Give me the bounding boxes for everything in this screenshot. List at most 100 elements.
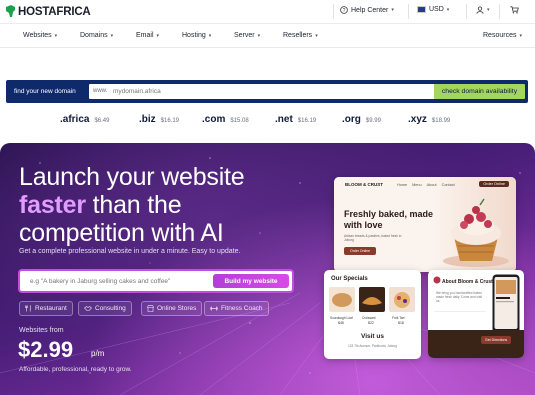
about-title: About Bloom & Crust: [442, 279, 493, 285]
domain-search-input[interactable]: [113, 84, 433, 99]
bloom-logo-icon: [433, 276, 441, 284]
specials-title: Our Specials: [331, 276, 368, 282]
about-text: We bring you handcrafted bakes made fres…: [436, 291, 483, 303]
chip-consulting[interactable]: Consulting: [78, 301, 132, 316]
nav-label: Websites: [23, 32, 52, 39]
tld-item[interactable]: .net $16.19: [275, 114, 316, 125]
help-center-label: Help Center: [351, 6, 389, 14]
special-price: $18: [398, 321, 404, 325]
chevron-down-icon: ▾: [54, 32, 58, 39]
tld-price: $15.08: [230, 118, 249, 124]
cart-button[interactable]: [510, 6, 519, 14]
chevron-down-icon: ▾: [156, 32, 160, 39]
preview-brand: BLOOM & CRUST: [345, 182, 383, 187]
utensils-icon: [25, 305, 31, 312]
special-price: $22: [368, 321, 374, 325]
chip-online-stores[interactable]: Online Stores: [141, 301, 203, 316]
user-icon: [476, 6, 484, 14]
chip-label: Online Stores: [157, 305, 197, 312]
tld-name: .biz: [139, 114, 156, 125]
nav-item-websites[interactable]: Websites ▾: [23, 32, 57, 39]
domain-input-wrapper: www.: [89, 84, 435, 99]
nav-label: Server: [234, 32, 255, 39]
special-name: Croissant: [362, 316, 376, 320]
nav-label: Resources: [483, 32, 517, 39]
cupcake-image: [443, 198, 509, 267]
africa-logo-icon: [6, 5, 15, 17]
chevron-down-icon: ▾: [257, 32, 261, 39]
nav-label: Domains: [80, 32, 108, 39]
svg-text:?: ?: [343, 8, 346, 14]
preview-cta-button: Order Online: [344, 247, 377, 255]
hero-subtitle: Get a complete professional website in u…: [19, 248, 241, 255]
preview-nav-item: Contact: [441, 183, 455, 187]
preview-nav-item: Menu: [412, 183, 422, 187]
tld-item[interactable]: .africa $6.49: [60, 114, 109, 125]
tld-name: .africa: [60, 114, 90, 125]
logo[interactable]: HOSTAFRICA: [5, 5, 91, 18]
build-website-button[interactable]: Build my website: [213, 274, 289, 288]
handshake-icon: [84, 306, 92, 311]
top-bar: HOSTAFRICA ? Help Center ▾ USD ▾ ▾: [0, 0, 535, 24]
price-unit: p/m: [91, 349, 105, 358]
tld-item[interactable]: .com $15.08: [202, 114, 249, 125]
preview-headline: Freshly baked, made with love: [344, 209, 434, 230]
chevron-down-icon: ▾: [315, 32, 318, 39]
preview-nav-item: Home: [397, 183, 408, 187]
nav-item-server[interactable]: Server ▾: [234, 32, 260, 39]
tld-name: .xyz: [408, 114, 427, 125]
price-amount: $2.99: [18, 337, 74, 362]
tld-price: $16.19: [160, 118, 180, 124]
phone-preview-image: [492, 274, 520, 334]
special-name: Fruit Tart: [392, 316, 405, 320]
special-name: Sourdough Loaf: [330, 316, 353, 320]
currency-selector[interactable]: USD ▾: [417, 6, 449, 13]
brand-name: HOSTAFRICA: [18, 5, 91, 18]
hero-highlight: faster: [19, 191, 86, 219]
account-menu[interactable]: ▾: [476, 6, 490, 14]
chevron-down-icon: ▾: [208, 32, 212, 39]
chevron-down-icon: ▾: [391, 7, 394, 13]
tld-name: .org: [342, 114, 361, 125]
get-directions-button: Get Directions: [481, 336, 512, 344]
tld-price: $18.99: [431, 118, 451, 124]
chevron-down-icon: ▾: [446, 6, 450, 13]
ai-prompt-input[interactable]: [30, 275, 205, 287]
tld-price: $6.49: [94, 118, 110, 124]
chip-restaurant[interactable]: Restaurant: [19, 301, 73, 316]
www-prefix: www.: [93, 88, 108, 94]
help-center-menu[interactable]: ? Help Center ▾: [340, 6, 394, 14]
chevron-down-icon: ▾: [487, 7, 490, 13]
question-icon: ?: [340, 6, 348, 14]
special-price: $45: [338, 321, 344, 325]
check-domain-button[interactable]: check domain availability: [434, 84, 525, 99]
dumbbell-icon: [210, 306, 218, 311]
chevron-down-icon: ▾: [110, 32, 114, 39]
preview-about-card: About Bloom & Crust We bring you handcra…: [428, 270, 524, 358]
chip-label: Restaurant: [35, 305, 67, 312]
preview-order-button: Order Online: [479, 181, 509, 187]
nav-item-resellers[interactable]: Resellers ▾: [283, 32, 318, 39]
tld-item[interactable]: .biz $16.19: [139, 114, 179, 125]
nav-item-resources[interactable]: Resources ▾: [483, 32, 522, 39]
preview-headline-sub: Artisan breads & pastries, baked fresh i…: [344, 234, 402, 242]
chip-label: Fitness Coach: [221, 305, 263, 312]
preview-site-card: BLOOM & CRUST Home Menu About Contact Or…: [334, 177, 516, 272]
nav-item-hosting[interactable]: Hosting ▾: [182, 32, 211, 39]
chip-fitness-coach[interactable]: Fitness Coach: [204, 301, 269, 316]
tld-item[interactable]: .org $9.99: [342, 114, 381, 125]
specials-images: [329, 287, 415, 312]
nav-item-domains[interactable]: Domains ▾: [80, 32, 113, 39]
hero-headline-line2: faster than the: [19, 191, 182, 219]
price-prefix: Websites from: [19, 327, 64, 334]
tld-price-list: .africa $6.49 .biz $16.19 .com $15.08 .net $…: [60, 114, 480, 128]
tld-item[interactable]: .xyz $18.99: [408, 114, 450, 125]
nav-label: Hosting: [182, 32, 206, 39]
currency-label: USD: [429, 6, 444, 13]
tld-price: $9.99: [365, 118, 381, 124]
main-nav: Websites ▾ Domains ▾ Email ▾ Hosting ▾ Serve…: [0, 24, 535, 48]
currency-flag-icon: [417, 6, 426, 13]
ai-prompt-box: Build my website: [18, 269, 294, 293]
chip-label: Consulting: [95, 305, 126, 312]
nav-item-email[interactable]: Email ▾: [136, 32, 159, 39]
